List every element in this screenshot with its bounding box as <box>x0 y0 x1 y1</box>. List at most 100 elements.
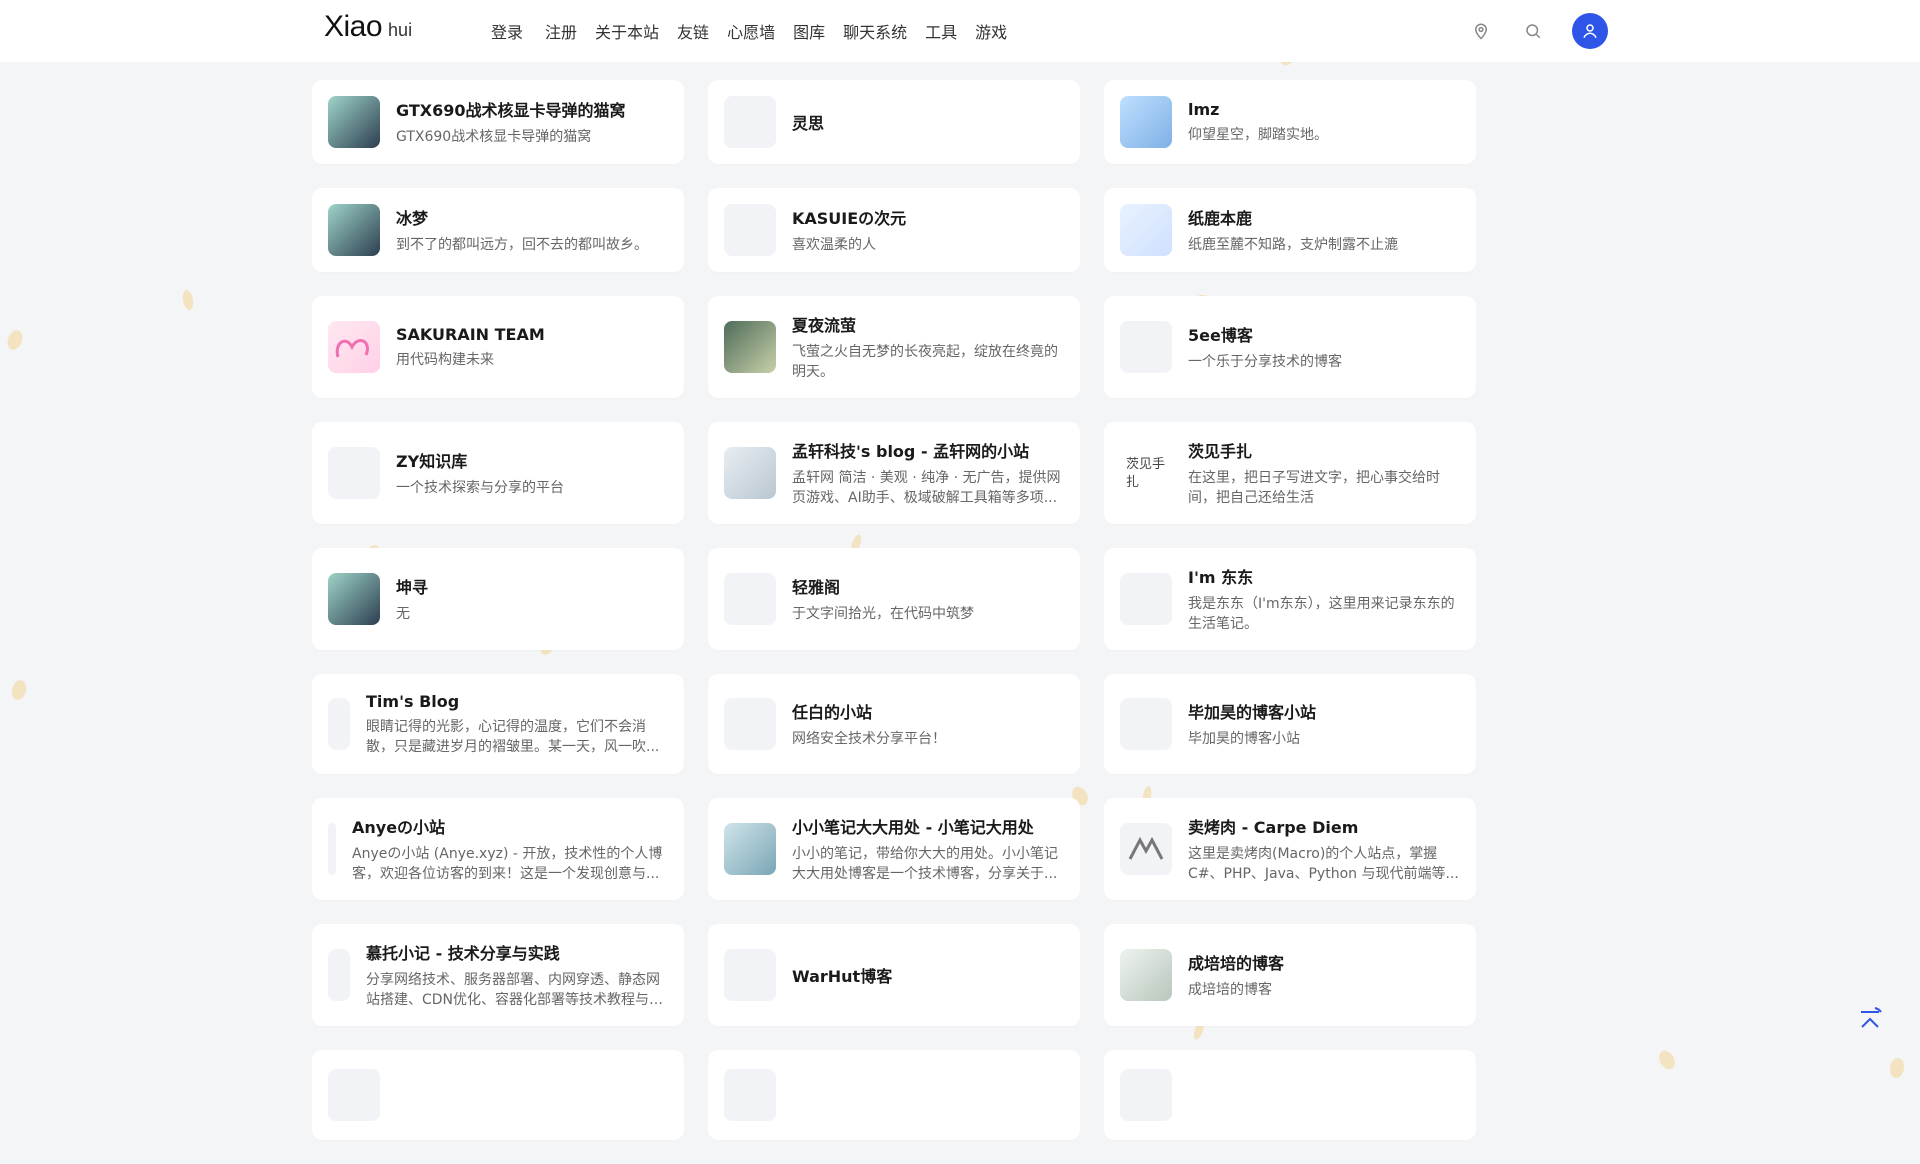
nav-chat[interactable]: 聊天系统 <box>843 19 907 43</box>
link-title: 卖烤肉 - Carpe Diem <box>1188 814 1460 838</box>
link-title: 毕加昊的博客小站 <box>1188 699 1460 723</box>
back-to-top-icon <box>1855 1005 1885 1035</box>
site-thumbnail-placeholder <box>724 204 776 256</box>
site-thumbnail-placeholder <box>724 698 776 750</box>
site-thumbnail-placeholder <box>724 949 776 1001</box>
site-avatar <box>1120 204 1172 256</box>
link-row: Anyeの小站 Anyeの小站 (Anye.xyz) - 开放，技术性的个人博客，… <box>312 798 1476 900</box>
link-description: 分享网络技术、服务器部署、内网穿透、静态网站搭建、CDN优化、容器化部署等技术教… <box>366 970 668 1010</box>
link-info: 茨见手扎在这里，把日子写进文字，把心事交给时间，把自己还给生活 <box>1188 438 1460 508</box>
site-header: Xiao hui 登录 注册 关于本站 友链 心愿墙 图库 聊天系统 工具 游戏 <box>0 0 1920 62</box>
friend-link-card[interactable]: lmz仰望星空，脚踏实地。 <box>1104 80 1476 164</box>
friend-link-card[interactable]: 灵思 <box>708 80 1080 164</box>
link-title: Anyeの小站 <box>352 814 668 838</box>
friend-link-card[interactable]: 毕加昊的博客小站毕加昊的博客小站 <box>1104 674 1476 774</box>
link-description: 成培培的博客 <box>1188 980 1460 1000</box>
link-description: 孟轩网 简洁 · 美观 · 纯净 · 无广告，提供网页游戏、AI助手、极域破解工… <box>792 468 1064 508</box>
friend-link-card[interactable]: WarHut博客 <box>708 924 1080 1026</box>
link-description: 眼睛记得的光影，心记得的温度，它们不会消散，只是藏进岁月的褶皱里。某一天，风一吹… <box>366 717 668 757</box>
nav-about[interactable]: 关于本站 <box>595 19 659 43</box>
friend-link-card[interactable]: ZY知识库一个技术探索与分享的平台 <box>312 422 684 524</box>
nav-wishwall[interactable]: 心愿墙 <box>727 19 775 43</box>
user-icon[interactable] <box>1572 13 1608 49</box>
friend-link-card[interactable]: 卖烤肉 - Carpe Diem 这里是卖烤肉(Macro)的个人站点，掌握C#、… <box>1104 798 1476 900</box>
friend-link-card[interactable] <box>1104 1050 1476 1140</box>
site-avatar <box>724 447 776 499</box>
friend-link-card[interactable]: 茨见手扎茨见手扎在这里，把日子写进文字，把心事交给时间，把自己还给生活 <box>1104 422 1476 524</box>
site-logo[interactable]: Xiao hui <box>324 10 412 44</box>
link-description: 仰望星空，脚踏实地。 <box>1188 125 1460 145</box>
nav-games[interactable]: 游戏 <box>975 19 1007 43</box>
link-row: ZY知识库一个技术探索与分享的平台孟轩科技's blog - 孟轩网的小站孟轩网… <box>312 422 1476 524</box>
link-title: 冰梦 <box>396 205 668 229</box>
back-to-top-button[interactable] <box>1850 1000 1890 1040</box>
main-nav: 登录 注册 关于本站 友链 心愿墙 图库 聊天系统 工具 游戏 <box>491 19 1025 43</box>
site-avatar <box>328 321 380 373</box>
link-description: 小小的笔记，带给你大大的用处。小小笔记大大用处博客是一个技术博客，分享关于... <box>792 844 1064 884</box>
link-title: WarHut博客 <box>792 963 1064 987</box>
nav-login[interactable]: 登录 <box>491 19 523 43</box>
site-avatar <box>724 321 776 373</box>
nav-links[interactable]: 友链 <box>677 19 709 43</box>
link-info: KASUIEの次元喜欢温柔的人 <box>792 205 1064 255</box>
link-description: Anyeの小站 (Anye.xyz) - 开放，技术性的个人博客，欢迎各位访客的… <box>352 844 668 884</box>
site-thumbnail-placeholder <box>328 823 336 875</box>
link-description: GTX690战术核显卡导弹的猫窝 <box>396 127 668 147</box>
site-avatar <box>328 573 380 625</box>
location-icon[interactable] <box>1468 18 1494 44</box>
site-thumbnail-placeholder <box>724 96 776 148</box>
friend-links-grid: GTX690战术核显卡导弹的猫窝GTX690战术核显卡导弹的猫窝 灵思 lmz仰望星… <box>312 0 1476 1164</box>
friend-link-card[interactable] <box>708 1050 1080 1140</box>
link-description: 在这里，把日子写进文字，把心事交给时间，把自己还给生活 <box>1188 468 1460 508</box>
friend-link-card[interactable]: 5ee博客一个乐于分享技术的博客 <box>1104 296 1476 398</box>
friend-link-card[interactable]: 坤寻无 <box>312 548 684 650</box>
link-info: 灵思 <box>792 110 1064 134</box>
link-info: lmz仰望星空，脚踏实地。 <box>1188 100 1460 145</box>
link-row: GTX690战术核显卡导弹的猫窝GTX690战术核显卡导弹的猫窝 灵思 lmz仰望星… <box>312 80 1476 164</box>
link-row: 慕托小记 - 技术分享与实践分享网络技术、服务器部署、内网穿透、静态网站搭建、C… <box>312 924 1476 1026</box>
site-thumbnail-placeholder <box>1120 698 1172 750</box>
friend-link-card[interactable]: 成培培的博客成培培的博客 <box>1104 924 1476 1026</box>
site-avatar <box>724 823 776 875</box>
link-title: 慕托小记 - 技术分享与实践 <box>366 940 668 964</box>
friend-link-card[interactable]: Anyeの小站 Anyeの小站 (Anye.xyz) - 开放，技术性的个人博客，… <box>312 798 684 900</box>
friend-link-card[interactable]: KASUIEの次元喜欢温柔的人 <box>708 188 1080 272</box>
link-info: 慕托小记 - 技术分享与实践分享网络技术、服务器部署、内网穿透、静态网站搭建、C… <box>366 940 668 1010</box>
link-title: 茨见手扎 <box>1188 438 1460 462</box>
search-icon[interactable] <box>1520 18 1546 44</box>
link-title: 灵思 <box>792 110 1064 134</box>
nav-register[interactable]: 注册 <box>545 19 577 43</box>
link-description: 这里是卖烤肉(Macro)的个人站点，掌握C#、PHP、Java、Python … <box>1188 844 1460 884</box>
link-title: 坤寻 <box>396 574 668 598</box>
friend-link-card[interactable]: 慕托小记 - 技术分享与实践分享网络技术、服务器部署、内网穿透、静态网站搭建、C… <box>312 924 684 1026</box>
site-thumbnail-placeholder <box>328 698 350 750</box>
nav-tools[interactable]: 工具 <box>925 19 957 43</box>
nav-gallery[interactable]: 图库 <box>793 19 825 43</box>
link-info: SAKURAIN TEAM用代码构建未来 <box>396 325 668 370</box>
friend-link-card[interactable]: Tim's Blog眼睛记得的光影，心记得的温度，它们不会消散，只是藏进岁月的褶… <box>312 674 684 774</box>
friend-link-card[interactable]: 冰梦到不了的都叫远方，回不去的都叫故乡。 <box>312 188 684 272</box>
link-info: 任白的小站网络安全技术分享平台！ <box>792 699 1064 749</box>
site-thumbnail-placeholder <box>1120 1069 1172 1121</box>
link-info: 小小笔记大大用处 - 小笔记大用处小小的笔记，带给你大大的用处。小小笔记大大用处… <box>792 814 1064 884</box>
friend-link-card[interactable]: 轻雅阁于文字间拾光，在代码中筑梦 <box>708 548 1080 650</box>
friend-link-card[interactable]: SAKURAIN TEAM用代码构建未来 <box>312 296 684 398</box>
friend-link-card[interactable]: 小小笔记大大用处 - 小笔记大用处小小的笔记，带给你大大的用处。小小笔记大大用处… <box>708 798 1080 900</box>
link-description: 毕加昊的博客小站 <box>1188 729 1460 749</box>
header-tools <box>1468 13 1608 49</box>
link-row: 冰梦到不了的都叫远方，回不去的都叫故乡。 KASUIEの次元喜欢温柔的人纸鹿本鹿纸… <box>312 188 1476 272</box>
link-info: WarHut博客 <box>792 963 1064 987</box>
friend-link-card[interactable]: 夏夜流萤飞萤之火自无梦的长夜亮起，绽放在终竟的明天。 <box>708 296 1080 398</box>
friend-link-card[interactable]: 纸鹿本鹿纸鹿至麓不知路，支炉制露不止漉 <box>1104 188 1476 272</box>
link-description: 网络安全技术分享平台！ <box>792 729 1064 749</box>
friend-link-card[interactable] <box>312 1050 684 1140</box>
link-info: I'm 东东我是东东（I'm东东），这里用来记录东东的生活笔记。 <box>1188 564 1460 634</box>
decorative-petal <box>10 679 29 702</box>
friend-link-card[interactable]: 孟轩科技's blog - 孟轩网的小站孟轩网 简洁 · 美观 · 纯净 · 无… <box>708 422 1080 524</box>
friend-link-card[interactable]: 任白的小站网络安全技术分享平台！ <box>708 674 1080 774</box>
site-thumbnail-placeholder <box>328 1069 380 1121</box>
link-description: 用代码构建未来 <box>396 350 668 370</box>
link-description: 一个乐于分享技术的博客 <box>1188 352 1460 372</box>
friend-link-card[interactable]: GTX690战术核显卡导弹的猫窝GTX690战术核显卡导弹的猫窝 <box>312 80 684 164</box>
friend-link-card[interactable]: I'm 东东我是东东（I'm东东），这里用来记录东东的生活笔记。 <box>1104 548 1476 650</box>
